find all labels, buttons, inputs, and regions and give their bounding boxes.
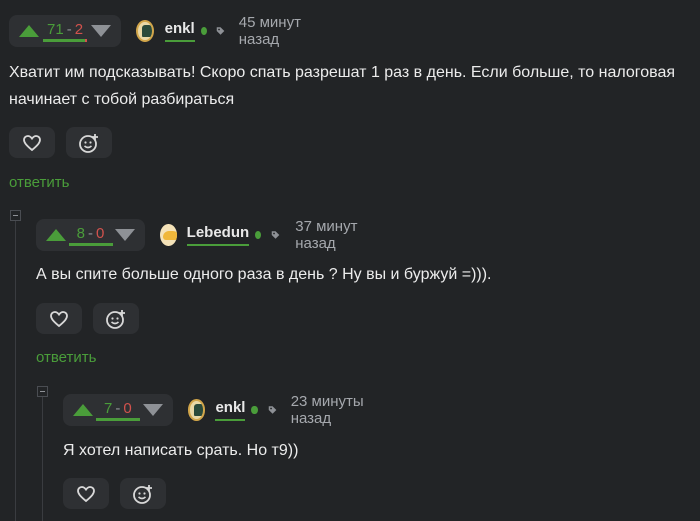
add-emoji-icon	[106, 309, 125, 329]
collapse-thread-button[interactable]	[37, 386, 48, 397]
comment-text: А вы спите больше одного раза в день ? Н…	[36, 261, 492, 288]
heart-icon	[23, 134, 41, 151]
rating-plus: 7	[104, 399, 113, 417]
upvote-icon[interactable]	[19, 25, 39, 37]
username[interactable]: enkl	[215, 399, 246, 421]
comment-text: Хватит им подсказывать! Скоро спать разр…	[9, 59, 675, 113]
tag-icon[interactable]	[271, 229, 280, 241]
add-reaction-button[interactable]	[120, 478, 166, 509]
comment-text-line: Хватит им подсказывать! Скоро спать разр…	[9, 64, 676, 81]
rating-minus: 0	[96, 224, 105, 242]
rating-bar	[43, 38, 88, 42]
rating-plus: 71	[47, 20, 64, 38]
comment-text-line: Я хотел написать срать. Но т9))	[63, 442, 299, 459]
rating-minus: 2	[74, 20, 84, 38]
downvote-icon[interactable]	[91, 25, 112, 37]
comment-time[interactable]: 37 минут назад	[295, 218, 376, 252]
comment-time[interactable]: 45 минут назад	[239, 14, 320, 48]
rating-bar	[68, 242, 113, 246]
rating-score: 71 - 2	[43, 20, 88, 42]
reply-link[interactable]: ответить	[9, 174, 69, 191]
tag-icon[interactable]	[216, 25, 225, 37]
avatar[interactable]	[187, 399, 206, 421]
tag-icon[interactable]	[268, 404, 277, 416]
comment-time[interactable]: 23 минуты назад	[291, 393, 380, 427]
like-button[interactable]	[36, 303, 82, 334]
comment-actions	[63, 478, 166, 509]
collapse-thread-button[interactable]	[10, 210, 21, 221]
comment-actions	[36, 303, 139, 334]
avatar[interactable]	[160, 224, 177, 246]
thread-line	[15, 215, 16, 521]
like-button[interactable]	[63, 478, 109, 509]
rating-bar	[95, 417, 140, 421]
downvote-icon[interactable]	[115, 229, 136, 241]
rating-widget: 7 - 0	[63, 394, 173, 426]
online-indicator	[200, 27, 207, 35]
add-reaction-button[interactable]	[93, 303, 139, 334]
rating-score: 7 - 0	[95, 399, 140, 421]
comment-header: 7 - 0 enkl 23 минуты назад	[63, 393, 380, 427]
rating-widget: 71 - 2	[9, 15, 122, 47]
username[interactable]: Lebedun	[186, 224, 250, 246]
add-reaction-button[interactable]	[66, 127, 112, 158]
rating-separator: -	[115, 399, 121, 417]
reply-link[interactable]: ответить	[36, 349, 96, 366]
heart-icon	[77, 485, 95, 502]
rating-plus: 8	[76, 224, 86, 242]
downvote-icon[interactable]	[142, 404, 163, 416]
comment-text-line: А вы спите больше одного раза в день ? Н…	[36, 266, 492, 283]
rating-widget: 8 - 0	[36, 219, 146, 251]
add-emoji-icon	[79, 133, 98, 153]
comment-text-line: начинает с тобой разбираться	[9, 91, 235, 108]
comment-actions	[9, 127, 112, 158]
rating-score: 8 - 0	[68, 224, 113, 246]
online-indicator	[255, 231, 262, 239]
comment-header: 8 - 0 Lebedun 37 минут назад	[36, 218, 376, 252]
avatar[interactable]	[136, 20, 154, 42]
rating-minus: 0	[123, 399, 132, 417]
upvote-icon[interactable]	[73, 404, 93, 416]
thread-line	[42, 390, 43, 521]
upvote-icon[interactable]	[46, 229, 66, 241]
comment-text: Я хотел написать срать. Но т9))	[63, 437, 298, 464]
username[interactable]: enkl	[164, 20, 195, 42]
rating-separator: -	[88, 224, 94, 242]
add-emoji-icon	[133, 484, 152, 504]
rating-separator: -	[66, 20, 72, 38]
heart-icon	[50, 310, 68, 327]
like-button[interactable]	[9, 127, 55, 158]
comment-header: 71 - 2 enkl 45 минут назад	[9, 14, 320, 48]
online-indicator	[251, 406, 258, 414]
